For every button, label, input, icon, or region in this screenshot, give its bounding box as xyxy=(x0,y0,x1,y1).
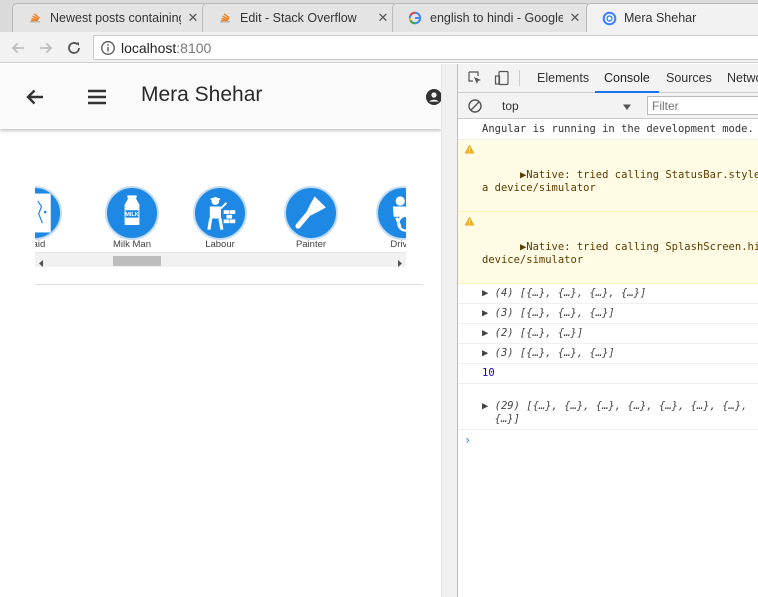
back-icon[interactable] xyxy=(8,38,28,58)
labourer-icon xyxy=(193,186,247,240)
console-array-entry[interactable]: ▶ (4) [{…}, {…}, {…}, {…}] xyxy=(458,284,758,304)
url-host: localhost xyxy=(121,39,177,56)
driver-icon xyxy=(376,186,406,240)
warning-icon xyxy=(464,144,475,154)
device-toolbar-icon[interactable] xyxy=(494,70,510,86)
maid-icon xyxy=(35,186,62,240)
filter-input[interactable] xyxy=(647,96,758,115)
console-warning[interactable]: ▶Native: tried calling StatusBar.styleDe… xyxy=(458,140,758,212)
console-array-entry[interactable]: ▶ (3) [{…}, {…}, {…}] xyxy=(458,304,758,324)
console-array-entry[interactable]: ▶ (2) [{…}, {…}] xyxy=(458,324,758,344)
console-message: Angular is running in the development mo… xyxy=(458,120,758,140)
app-vertical-scrollbar[interactable] xyxy=(441,64,457,597)
close-tab-icon[interactable]: ✕ xyxy=(377,10,389,26)
milk-badge: MILK xyxy=(125,212,139,218)
category-label: Milk Man xyxy=(112,239,151,250)
tab-title: Mera Shehar xyxy=(624,11,697,25)
tab-sources[interactable]: Sources xyxy=(666,64,712,93)
browser-tab[interactable]: Edit - Stack Overflow ✕ xyxy=(202,3,398,32)
category-label: Labour xyxy=(205,239,235,250)
console-warning-text: ▶Native: tried calling SplashScreen.hide… xyxy=(482,241,758,266)
warning-icon xyxy=(464,216,475,226)
console-warning[interactable]: ▶Native: tried calling SplashScreen.hide… xyxy=(458,212,758,284)
horizontal-scrollbar[interactable] xyxy=(35,252,406,267)
category-label: Painter xyxy=(295,239,327,250)
forward-icon[interactable] xyxy=(36,38,56,58)
tab-elements[interactable]: Elements xyxy=(537,64,589,93)
tab-console[interactable]: Console xyxy=(595,64,659,93)
browser-tab[interactable]: english to hindi - Google ✕ xyxy=(392,3,590,32)
ionic-icon xyxy=(601,10,617,26)
reload-icon[interactable] xyxy=(64,38,84,58)
milk-carton-icon: MILK xyxy=(105,186,159,240)
app-viewport: Mera Shehar Maid MILK Milk Man Labour xyxy=(0,64,441,597)
category-painter[interactable]: Painter xyxy=(276,184,346,250)
page-title: Mera Shehar xyxy=(141,83,263,106)
info-icon[interactable] xyxy=(100,40,116,56)
stackoverflow-icon xyxy=(27,10,43,26)
category-scroller[interactable]: Maid MILK Milk Man Labour Painter Driver xyxy=(35,184,406,254)
category-driver[interactable]: Driver xyxy=(368,184,406,250)
console-array-entry[interactable]: ▶ (3) [{…}, {…}, {…}] xyxy=(458,344,758,364)
console-prompt[interactable]: › xyxy=(458,430,758,450)
address-bar[interactable]: localhost:8100 xyxy=(93,35,758,60)
console-array-entry[interactable]: ▶ (29) [{…}, {…}, {…}, {…}, {…}, {…}, {…… xyxy=(458,384,758,430)
category-milk-man[interactable]: MILK Milk Man xyxy=(97,184,167,250)
account-icon[interactable] xyxy=(425,88,441,106)
console-number: 10 xyxy=(458,364,758,384)
paint-brush-icon xyxy=(284,186,338,240)
close-tab-icon[interactable]: ✕ xyxy=(569,10,581,26)
divider xyxy=(35,284,423,285)
scrollbar-thumb[interactable] xyxy=(113,256,161,266)
menu-icon[interactable] xyxy=(84,84,110,110)
inspect-element-icon[interactable] xyxy=(467,70,483,86)
google-icon xyxy=(407,10,423,26)
category-label: Maid xyxy=(35,239,46,250)
tab-network[interactable]: Network xyxy=(727,64,758,93)
browser-tab[interactable]: Newest posts containing ✕ xyxy=(12,3,208,32)
browser-toolbar: localhost:8100 xyxy=(0,32,758,63)
scroll-right-icon[interactable] xyxy=(395,256,404,267)
back-arrow-icon[interactable] xyxy=(22,84,48,110)
app-header: Mera Shehar xyxy=(0,64,441,129)
toolbar-separator xyxy=(519,70,520,86)
context-selector[interactable]: top xyxy=(502,99,519,113)
browser-tab-active[interactable]: Mera Shehar xyxy=(586,3,758,32)
tab-title: english to hindi - Google xyxy=(430,11,563,25)
tab-title: Edit - Stack Overflow xyxy=(240,11,357,25)
scroll-left-icon[interactable] xyxy=(37,256,46,267)
devtools-tab-bar: Elements Console Sources Network xyxy=(458,64,758,93)
category-label: Driver xyxy=(390,239,406,250)
console-warning-text: ▶Native: tried calling StatusBar.styleDe… xyxy=(482,169,758,194)
stackoverflow-icon xyxy=(217,10,233,26)
console-filter-bar: top xyxy=(458,93,758,119)
tab-title: Newest posts containing xyxy=(50,11,181,25)
category-maid[interactable]: Maid xyxy=(35,184,70,250)
category-labour[interactable]: Labour xyxy=(185,184,255,250)
chevron-down-icon[interactable] xyxy=(622,100,632,110)
clear-console-icon[interactable] xyxy=(467,98,483,114)
console-output: Angular is running in the development mo… xyxy=(458,120,758,450)
url-port: :8100 xyxy=(176,39,212,56)
close-tab-icon[interactable]: ✕ xyxy=(187,10,199,26)
devtools-panel: Elements Console Sources Network top Ang… xyxy=(457,64,758,597)
browser-tab-strip: Newest posts containing ✕ Edit - Stack O… xyxy=(0,0,758,32)
